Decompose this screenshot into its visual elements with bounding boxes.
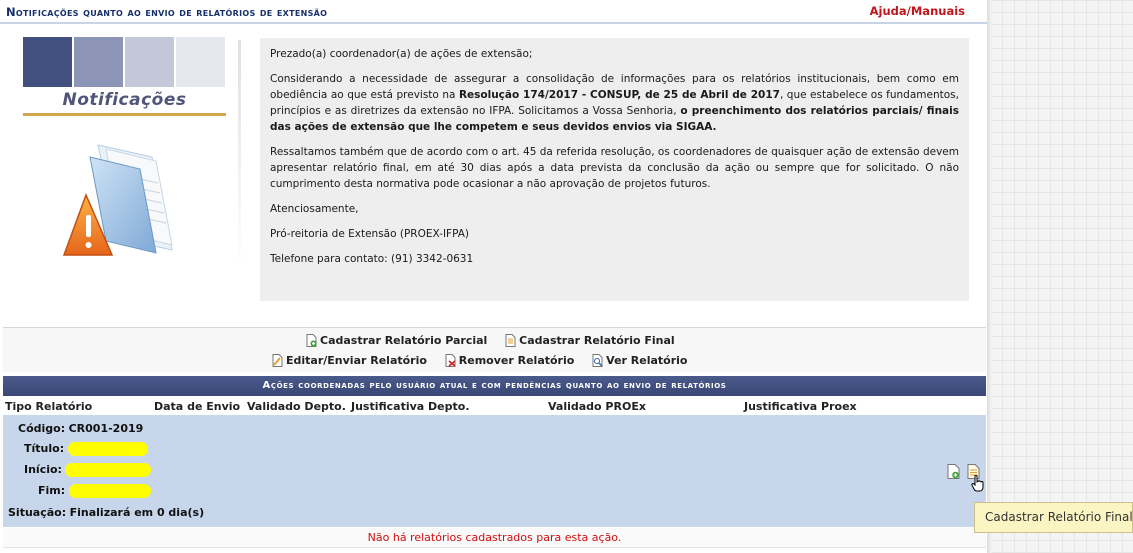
column-header: Justificativa Proex: [744, 400, 857, 413]
actions-legend: Cadastrar Relatório Parcial Cadastrar Re…: [3, 327, 986, 372]
view-report-icon: [592, 354, 603, 367]
page-title: Notificações quanto ao envio de relatóri…: [6, 5, 328, 19]
notifications-logo: Notificações: [23, 37, 226, 116]
notice-paragraph-1: Considerando a necessidade de assegurar …: [270, 71, 959, 135]
logo-text: Notificações: [62, 90, 187, 110]
warning-folder-icon: [60, 135, 190, 264]
logo-square: [176, 37, 225, 87]
notice-resolution: Resolução 174/2017 - CONSUP, de 25 de Ab…: [458, 89, 780, 101]
column-header: Justificativa Depto.: [351, 400, 470, 413]
inicio-label: Início:: [24, 463, 62, 476]
logo-square: [125, 37, 174, 87]
notice-box: Prezado(a) coordenador(a) de ações de ex…: [260, 38, 969, 301]
edit-report-icon: [272, 354, 283, 367]
fim-label: Fim:: [38, 484, 66, 497]
hand-cursor-icon: [971, 475, 984, 492]
redacted-start-date: [65, 463, 152, 477]
situacao-value: Finalizará em 0 dia(s): [69, 506, 205, 519]
add-report-icon: [306, 334, 317, 347]
column-header: Data de Envio: [154, 400, 241, 413]
row-situacao: Situação: Finalizará em 0 dia(s): [8, 506, 204, 519]
notice-signature: Pró-reitoria de Extensão (PROEX-IFPA): [270, 228, 470, 240]
notice-paragraph-2: Ressaltamos também que de acordo com o a…: [270, 146, 959, 190]
notice-closing: Atenciosamente,: [270, 203, 359, 215]
tooltip: Cadastrar Relatório Final: [974, 502, 1133, 533]
empty-reports-message: Não há relatórios cadastrados para esta …: [3, 528, 986, 548]
row-fim: Fim:: [38, 484, 151, 498]
legend-ver-label: Ver Relatório: [606, 354, 688, 367]
codigo-value: CR001-2019: [68, 422, 144, 435]
page-background-pattern: [990, 0, 1133, 553]
redacted-title: [67, 442, 148, 456]
legend-item-remover: Remover Relatório: [445, 354, 575, 367]
table-header: Tipo Relatório Data de Envio Validado De…: [3, 397, 986, 415]
add-partial-report-icon[interactable]: [947, 464, 960, 479]
notice-phone: Telefone para contato: (91) 3342-0631: [270, 253, 474, 265]
row-titulo: Título:: [24, 442, 148, 456]
table-caption: Ações coordenadas pelo usuário atual e c…: [3, 376, 986, 396]
vertical-divider: [238, 40, 241, 270]
titulo-label: Título:: [24, 442, 65, 455]
situacao-label: Situação:: [8, 506, 67, 519]
column-header: Validado PROEx: [548, 400, 646, 413]
legend-row-2: Editar/Enviar Relatório Remover Relatóri…: [272, 354, 701, 370]
logo-square: [23, 37, 72, 87]
final-report-icon: [505, 334, 516, 347]
legend-item-parcial: Cadastrar Relatório Parcial: [306, 334, 487, 347]
column-header: Validado Depto.: [247, 400, 346, 413]
row-codigo: Código: CR001-2019: [18, 422, 143, 435]
help-manuals-link[interactable]: Ajuda/Manuais: [870, 4, 965, 18]
logo-square: [74, 37, 123, 87]
remove-report-icon: [445, 354, 456, 367]
legend-item-ver: Ver Relatório: [592, 354, 687, 367]
legend-final-label: Cadastrar Relatório Final: [519, 334, 675, 347]
row-inicio: Início:: [24, 463, 152, 477]
logo-squares: [23, 37, 226, 87]
legend-row-1: Cadastrar Relatório Parcial Cadastrar Re…: [306, 334, 689, 350]
redacted-end-date: [68, 484, 151, 498]
notice-greeting: Prezado(a) coordenador(a) de ações de ex…: [270, 48, 533, 60]
table-row: Código: CR001-2019 Título: Início: Fim: …: [3, 415, 986, 527]
legend-parcial-label: Cadastrar Relatório Parcial: [320, 334, 488, 347]
legend-remover-label: Remover Relatório: [458, 354, 575, 367]
legend-item-editar: Editar/Enviar Relatório: [272, 354, 427, 367]
legend-editar-label: Editar/Enviar Relatório: [286, 354, 427, 367]
column-header: Tipo Relatório: [5, 400, 93, 413]
legend-item-final: Cadastrar Relatório Final: [505, 334, 675, 347]
main-content: Notificações quanto ao envio de relatóri…: [0, 0, 987, 553]
page-header: Notificações quanto ao envio de relatóri…: [0, 0, 987, 24]
codigo-label: Código:: [18, 422, 66, 435]
logo-accent-line: [23, 113, 226, 116]
